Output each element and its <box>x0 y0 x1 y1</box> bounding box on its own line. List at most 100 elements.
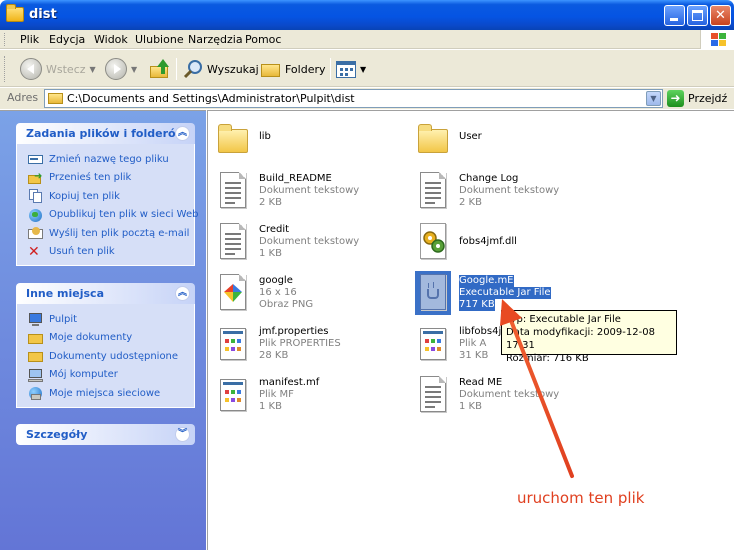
text-document-icon <box>415 169 451 213</box>
file-item-manifest-mf[interactable]: manifest.mf Plik MF 1 KB <box>215 373 415 421</box>
menu-favorites[interactable]: Ulubione <box>135 33 184 46</box>
file-type: Plik PROPERTIES <box>259 338 341 349</box>
forward-button[interactable]: ▼ <box>105 56 137 82</box>
file-item-build-readme[interactable]: Build_README Dokument tekstowy 2 KB <box>215 169 415 217</box>
menu-edit[interactable]: Edycja <box>49 33 85 46</box>
file-item-read-me[interactable]: Read ME Dokument tekstowy 1 KB <box>415 373 615 421</box>
place-network-places[interactable]: Moje miejsca sieciowe <box>28 384 194 403</box>
jar-icon <box>415 271 451 315</box>
copy-icon <box>28 189 44 204</box>
folders-label: Foldery <box>285 62 326 76</box>
folder-icon <box>215 121 251 165</box>
folders-icon <box>260 59 282 79</box>
file-item-change-log[interactable]: Change Log Dokument tekstowy 2 KB <box>415 169 615 217</box>
go-label: Przejdź <box>688 92 728 105</box>
search-button[interactable]: Wyszukaj <box>182 56 259 82</box>
my-computer-icon <box>28 368 44 382</box>
place-desktop[interactable]: Pulpit <box>28 310 194 329</box>
file-type: Executable Jar File <box>459 287 551 299</box>
search-icon <box>183 60 202 79</box>
maximize-button[interactable] <box>687 5 708 26</box>
task-copy[interactable]: Kopiuj ten plik <box>28 187 194 206</box>
task-label: Kopiuj ten plik <box>49 190 120 202</box>
chevron-up-icon[interactable]: ︽ <box>175 286 190 301</box>
file-name: Read ME <box>459 377 503 388</box>
task-move[interactable]: ➜ Przenieś ten plik <box>28 169 194 188</box>
file-name: jmf.properties <box>259 326 329 337</box>
folders-button[interactable]: Foldery <box>260 56 326 82</box>
up-folder-button[interactable] <box>149 56 171 82</box>
file-type: Dokument tekstowy <box>259 236 360 247</box>
title-bar[interactable]: dist ✕ <box>0 0 734 30</box>
address-label: Adres <box>7 91 39 104</box>
chevron-down-icon[interactable]: ▼ <box>90 65 96 74</box>
toolbar-grip[interactable] <box>4 56 7 82</box>
back-button[interactable]: Wstecz ▼ <box>20 56 96 82</box>
file-tasks-panel: Zadania plików i folderów ︽ Zmień nazwę … <box>16 123 198 266</box>
task-pane: Zadania plików i folderów ︽ Zmień nazwę … <box>0 110 206 550</box>
window-title: dist <box>29 7 57 22</box>
go-arrow-icon: ➜ <box>667 90 684 107</box>
text-document-icon <box>215 169 251 213</box>
tooltip-size: Rozmiar: 716 KB <box>506 353 589 364</box>
place-my-computer[interactable]: Mój komputer <box>28 366 194 385</box>
place-label: Moje dokumenty <box>49 332 133 344</box>
menu-tools[interactable]: Narzędzia <box>188 33 243 46</box>
menu-bar: Plik Edycja Widok Ulubione Narzędzia Pom… <box>0 30 734 49</box>
back-label: Wstecz <box>46 62 86 76</box>
other-places-panel: Inne miejsca ︽ Pulpit Moje dokumenty Dok… <box>16 283 195 408</box>
menu-view[interactable]: Widok <box>94 33 128 46</box>
toolbar-grip[interactable] <box>4 33 7 46</box>
annotation-text: uruchom ten plik <box>517 489 645 507</box>
file-tooltip: Typ: Executable Jar File Data modyfikacj… <box>501 310 677 364</box>
chevron-down-icon[interactable]: ▼ <box>646 91 661 106</box>
details-header[interactable]: Szczegóły ︾ <box>16 424 195 445</box>
chevron-down-icon[interactable]: ︾ <box>175 427 190 442</box>
minimize-button[interactable] <box>664 5 685 26</box>
file-item-fobs4jmf-dll[interactable]: fobs4jmf.dll <box>415 220 615 268</box>
task-delete[interactable]: ✕ Usuń ten plik <box>28 243 194 262</box>
file-name: Change Log <box>459 173 519 184</box>
address-path: C:\Documents and Settings\Administrator\… <box>67 92 355 105</box>
file-item-jmf-properties[interactable]: jmf.properties Plik PROPERTIES 28 KB <box>215 322 415 370</box>
file-tasks-header[interactable]: Zadania plików i folderów ︽ <box>16 123 195 144</box>
file-name: User <box>459 131 482 142</box>
other-places-header[interactable]: Inne miejsca ︽ <box>16 283 195 304</box>
task-label: Opublikuj ten plik w sieci Web <box>49 209 199 221</box>
desktop-icon <box>28 312 44 327</box>
publish-web-icon <box>28 208 44 222</box>
views-button[interactable]: ▼ <box>336 56 366 82</box>
file-name: manifest.mf <box>259 377 320 388</box>
place-my-documents[interactable]: Moje dokumenty <box>28 329 194 348</box>
file-name: google <box>259 275 293 286</box>
tooltip-type: Typ: Executable Jar File <box>506 314 621 325</box>
chevron-down-icon[interactable]: ▼ <box>360 65 366 74</box>
file-item-google[interactable]: google 16 x 16 Obraz PNG <box>215 271 415 319</box>
file-type: Dokument tekstowy <box>459 185 560 196</box>
back-arrow-icon <box>20 58 42 80</box>
file-item-credit[interactable]: Credit Dokument tekstowy 1 KB <box>215 220 415 268</box>
panel-title: Szczegóły <box>26 428 88 441</box>
menu-file[interactable]: Plik <box>20 33 39 46</box>
task-rename[interactable]: Zmień nazwę tego pliku <box>28 150 194 169</box>
file-name: fobs4jmf.dll <box>459 236 517 247</box>
archive-file-icon <box>415 322 451 366</box>
file-size: 2 KB <box>459 197 482 208</box>
chevron-down-icon[interactable]: ▼ <box>131 65 137 74</box>
file-item-user[interactable]: User <box>415 121 615 169</box>
task-publish-web[interactable]: Opublikuj ten plik w sieci Web <box>28 206 198 225</box>
task-label: Przenieś ten plik <box>49 172 132 184</box>
forward-arrow-icon <box>105 58 127 80</box>
go-button[interactable]: ➜ Przejdź <box>667 89 727 108</box>
file-item-lib[interactable]: lib <box>215 121 415 169</box>
menu-help[interactable]: Pomoc <box>245 33 281 46</box>
close-button[interactable]: ✕ <box>710 5 731 26</box>
file-size: 2 KB <box>259 197 282 208</box>
move-icon: ➜ <box>28 171 44 185</box>
chevron-up-icon[interactable]: ︽ <box>175 126 190 141</box>
task-email[interactable]: Wyślij ten plik pocztą e-mail <box>28 224 194 243</box>
address-input[interactable]: C:\Documents and Settings\Administrator\… <box>44 89 663 108</box>
rename-icon <box>28 152 44 166</box>
place-shared-documents[interactable]: Dokumenty udostępnione <box>28 347 194 366</box>
png-image-icon <box>215 271 251 315</box>
